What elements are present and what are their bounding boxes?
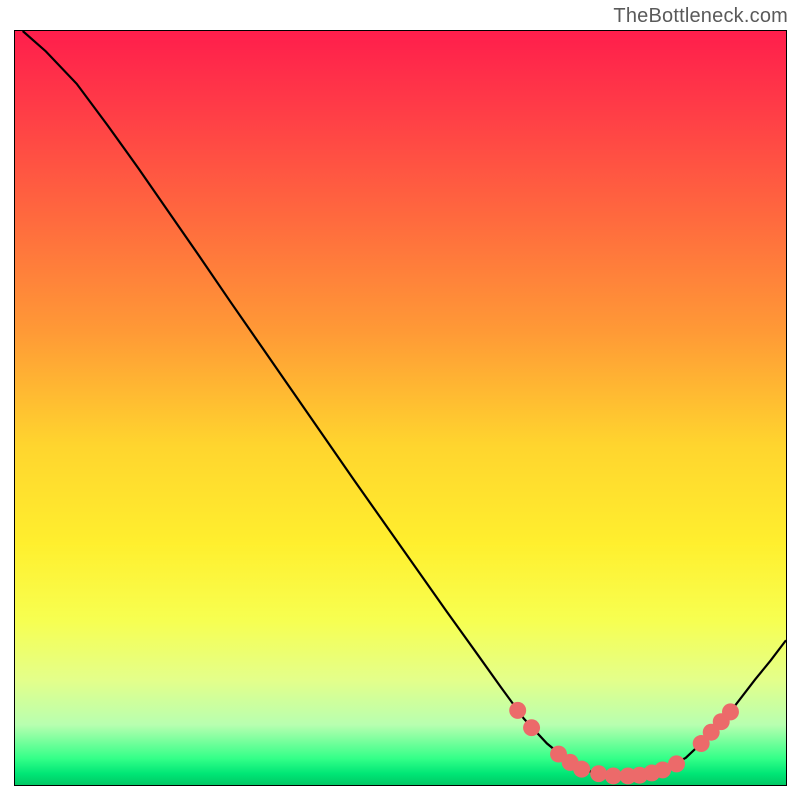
curve-marker [509, 702, 526, 719]
curve-marker [668, 755, 685, 772]
curve-marker [590, 765, 607, 782]
chart-plot-area [14, 30, 787, 786]
curve-marker [605, 767, 622, 784]
chart-markers [15, 31, 786, 785]
watermark-text: TheBottleneck.com [613, 5, 788, 28]
curve-marker [722, 703, 739, 720]
curve-marker [573, 761, 590, 778]
curve-marker [523, 719, 540, 736]
